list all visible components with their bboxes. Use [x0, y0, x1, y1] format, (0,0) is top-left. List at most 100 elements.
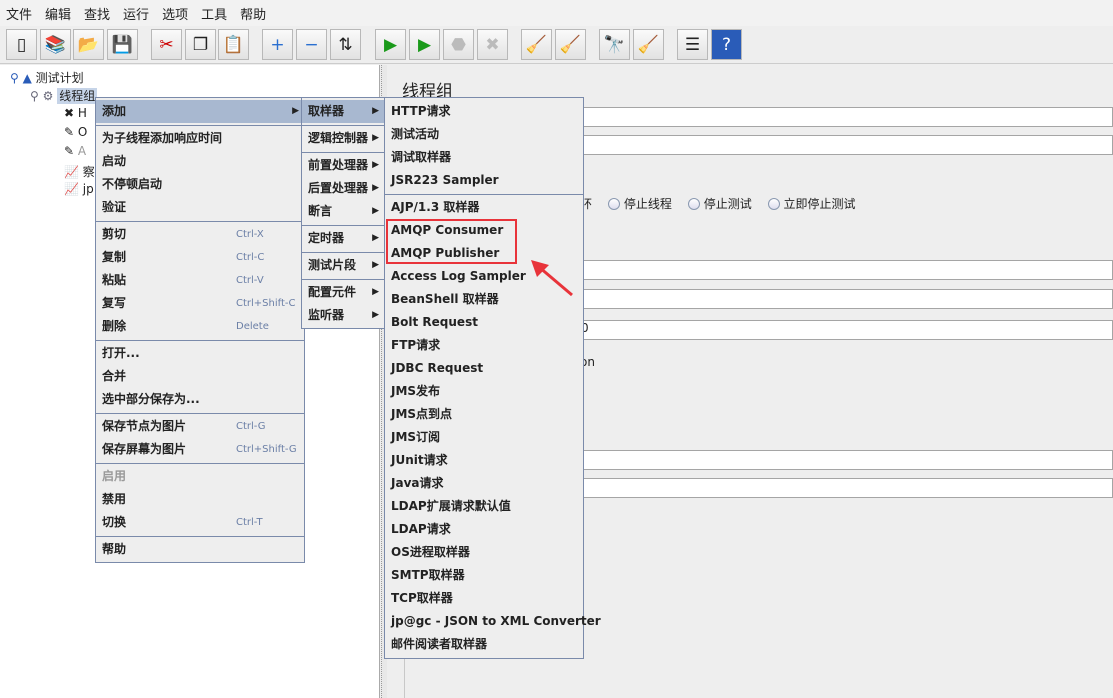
menu-item-label: AJP/1.3 取样器	[391, 200, 480, 214]
menu-item[interactable]: SMTP取样器	[385, 564, 583, 587]
menu-item[interactable]: JMS订阅	[385, 426, 583, 449]
menu-item[interactable]: JDBC Request	[385, 357, 583, 380]
menu-item[interactable]: 配置元件 ▶	[302, 281, 384, 304]
menu-separator	[96, 413, 304, 414]
menu-item[interactable]: 保存节点为图片 Ctrl-G	[96, 415, 304, 438]
menu-item[interactable]: 不停顿启动	[96, 173, 304, 196]
submenu-arrow-icon: ▶	[372, 160, 379, 170]
toolbar-button[interactable]: 📂	[73, 29, 104, 60]
menu-item[interactable]: 为子线程添加响应时间	[96, 127, 304, 150]
menu-item[interactable]: 复制 Ctrl-C	[96, 246, 304, 269]
menu-item[interactable]: JSR223 Sampler	[385, 169, 583, 192]
menu-item[interactable]: 断言 ▶	[302, 200, 384, 223]
menu-item[interactable]: 选中部分保存为...	[96, 388, 304, 411]
tree-node-child[interactable]: 📈 察	[64, 163, 95, 180]
menu-item[interactable]: 剪切 Ctrl-X	[96, 223, 304, 246]
toolbar-button[interactable]: ✖	[477, 29, 508, 60]
ramp-up-field[interactable]	[578, 289, 1113, 309]
menu-3[interactable]: 运行	[123, 4, 149, 23]
menu-item[interactable]: 定时器 ▶	[302, 227, 384, 250]
menu-item[interactable]: Bolt Request	[385, 311, 583, 334]
tree-node-child[interactable]: ✎ A	[64, 144, 86, 158]
menu-item[interactable]: 启动	[96, 150, 304, 173]
toolbar-button[interactable]: 🧹	[555, 29, 586, 60]
menu-4[interactable]: 选项	[162, 4, 188, 23]
toolbar-button[interactable]: −	[296, 29, 327, 60]
menu-item[interactable]: 取样器 ▶	[302, 100, 384, 123]
menu-item-label: 为子线程添加响应时间	[102, 131, 223, 145]
menu-item[interactable]: 保存屏幕为图片 Ctrl+Shift-G	[96, 438, 304, 461]
menu-item[interactable]: 复写 Ctrl+Shift-C	[96, 292, 304, 315]
threads-field[interactable]	[578, 260, 1113, 280]
test-plan-icon: ⚲ ▲	[10, 71, 32, 85]
toolbar-button[interactable]: 🧹	[633, 29, 664, 60]
tree-node-child[interactable]: 📈 jp	[64, 182, 94, 196]
toolbar-button[interactable]: ▶	[409, 29, 440, 60]
menu-item[interactable]: FTP请求	[385, 334, 583, 357]
name-field[interactable]	[578, 107, 1113, 127]
menu-item[interactable]: Java请求	[385, 472, 583, 495]
menu-1[interactable]: 编辑	[45, 4, 71, 23]
menu-item[interactable]: 切换 Ctrl-T	[96, 511, 304, 534]
toolbar-button[interactable]: ▶	[375, 29, 406, 60]
menu-item[interactable]: jp@gc - JSON to XML Converter	[385, 610, 601, 633]
toolbar-button[interactable]: ▯	[6, 29, 37, 60]
tree-node-label: 察	[82, 165, 95, 179]
menu-item[interactable]: 调试取样器	[385, 146, 583, 169]
menu-item[interactable]: 帮助	[96, 538, 304, 561]
radio-stop-test[interactable]: 停止测试	[687, 197, 752, 211]
menu-item[interactable]: JMS发布	[385, 380, 583, 403]
loop-count-field[interactable]: 0	[578, 320, 1113, 340]
toolbar-button[interactable]: 📚	[40, 29, 71, 60]
menu-item[interactable]: 测试片段 ▶	[302, 254, 384, 277]
menu-separator	[96, 221, 304, 222]
radio-stop-test-now[interactable]: 立即停止测试	[767, 197, 856, 211]
comments-field[interactable]	[578, 135, 1113, 155]
tree-node-child[interactable]: ✎ O	[64, 125, 87, 139]
menu-item-label: 前置处理器	[308, 158, 369, 172]
toolbar-button[interactable]: ⬣	[443, 29, 474, 60]
menu-5[interactable]: 工具	[201, 4, 227, 23]
radio-stop-thread[interactable]: 停止线程	[607, 197, 672, 211]
tree-node-thread-group[interactable]: ⚲ ⚙ 线程组	[30, 87, 98, 104]
menu-item[interactable]: 监听器 ▶	[302, 304, 384, 327]
toolbar-button[interactable]: 🧹	[521, 29, 552, 60]
toolbar-button[interactable]: ✂	[151, 29, 182, 60]
menu-item[interactable]: HTTP请求	[385, 100, 583, 123]
menu-item[interactable]: 后置处理器 ▶	[302, 177, 384, 200]
tree-node-child[interactable]: ✖ H	[64, 106, 87, 120]
tree-node-test-plan[interactable]: ⚲ ▲ 测试计划	[10, 69, 84, 86]
toolbar-button[interactable]: +	[262, 29, 293, 60]
menu-item[interactable]: 合并	[96, 365, 304, 388]
menu-item[interactable]: JUnit请求	[385, 449, 583, 472]
menu-item-label: 切换	[102, 515, 127, 529]
menu-6[interactable]: 帮助	[240, 4, 266, 23]
menu-item[interactable]: TCP取样器	[385, 587, 583, 610]
menu-item[interactable]: 启用	[96, 465, 304, 488]
menu-item[interactable]: 删除 Delete	[96, 315, 304, 338]
menu-item[interactable]: 测试活动	[385, 123, 583, 146]
toolbar-button[interactable]: ❐	[185, 29, 216, 60]
menu-item[interactable]: 前置处理器 ▶	[302, 154, 384, 177]
toolbar-button[interactable]: 💾	[107, 29, 138, 60]
menu-item[interactable]: 添加 ▶	[96, 100, 304, 123]
menu-item[interactable]: 邮件阅读者取样器	[385, 633, 583, 656]
toolbar-button[interactable]: 📋	[218, 29, 249, 60]
menu-item[interactable]: AJP/1.3 取样器	[385, 196, 583, 219]
toolbar-button[interactable]: ⇅	[330, 29, 361, 60]
menu-item[interactable]: LDAP请求	[385, 518, 583, 541]
menu-item[interactable]: 打开...	[96, 342, 304, 365]
menu-0[interactable]: 文件	[6, 4, 32, 23]
toolbar-button[interactable]: ☰	[677, 29, 708, 60]
submenu-arrow-icon: ▶	[372, 183, 379, 193]
menu-item[interactable]: 逻辑控制器 ▶	[302, 127, 384, 150]
menu-2[interactable]: 查找	[84, 4, 110, 23]
menu-item[interactable]: 验证	[96, 196, 304, 219]
menu-item[interactable]: LDAP扩展请求默认值	[385, 495, 583, 518]
menu-item[interactable]: OS进程取样器	[385, 541, 583, 564]
menu-item[interactable]: 禁用	[96, 488, 304, 511]
menu-item[interactable]: JMS点到点	[385, 403, 583, 426]
toolbar-button[interactable]: ?	[711, 29, 742, 60]
toolbar-button[interactable]: 🔭	[599, 29, 630, 60]
menu-item[interactable]: 粘贴 Ctrl-V	[96, 269, 304, 292]
